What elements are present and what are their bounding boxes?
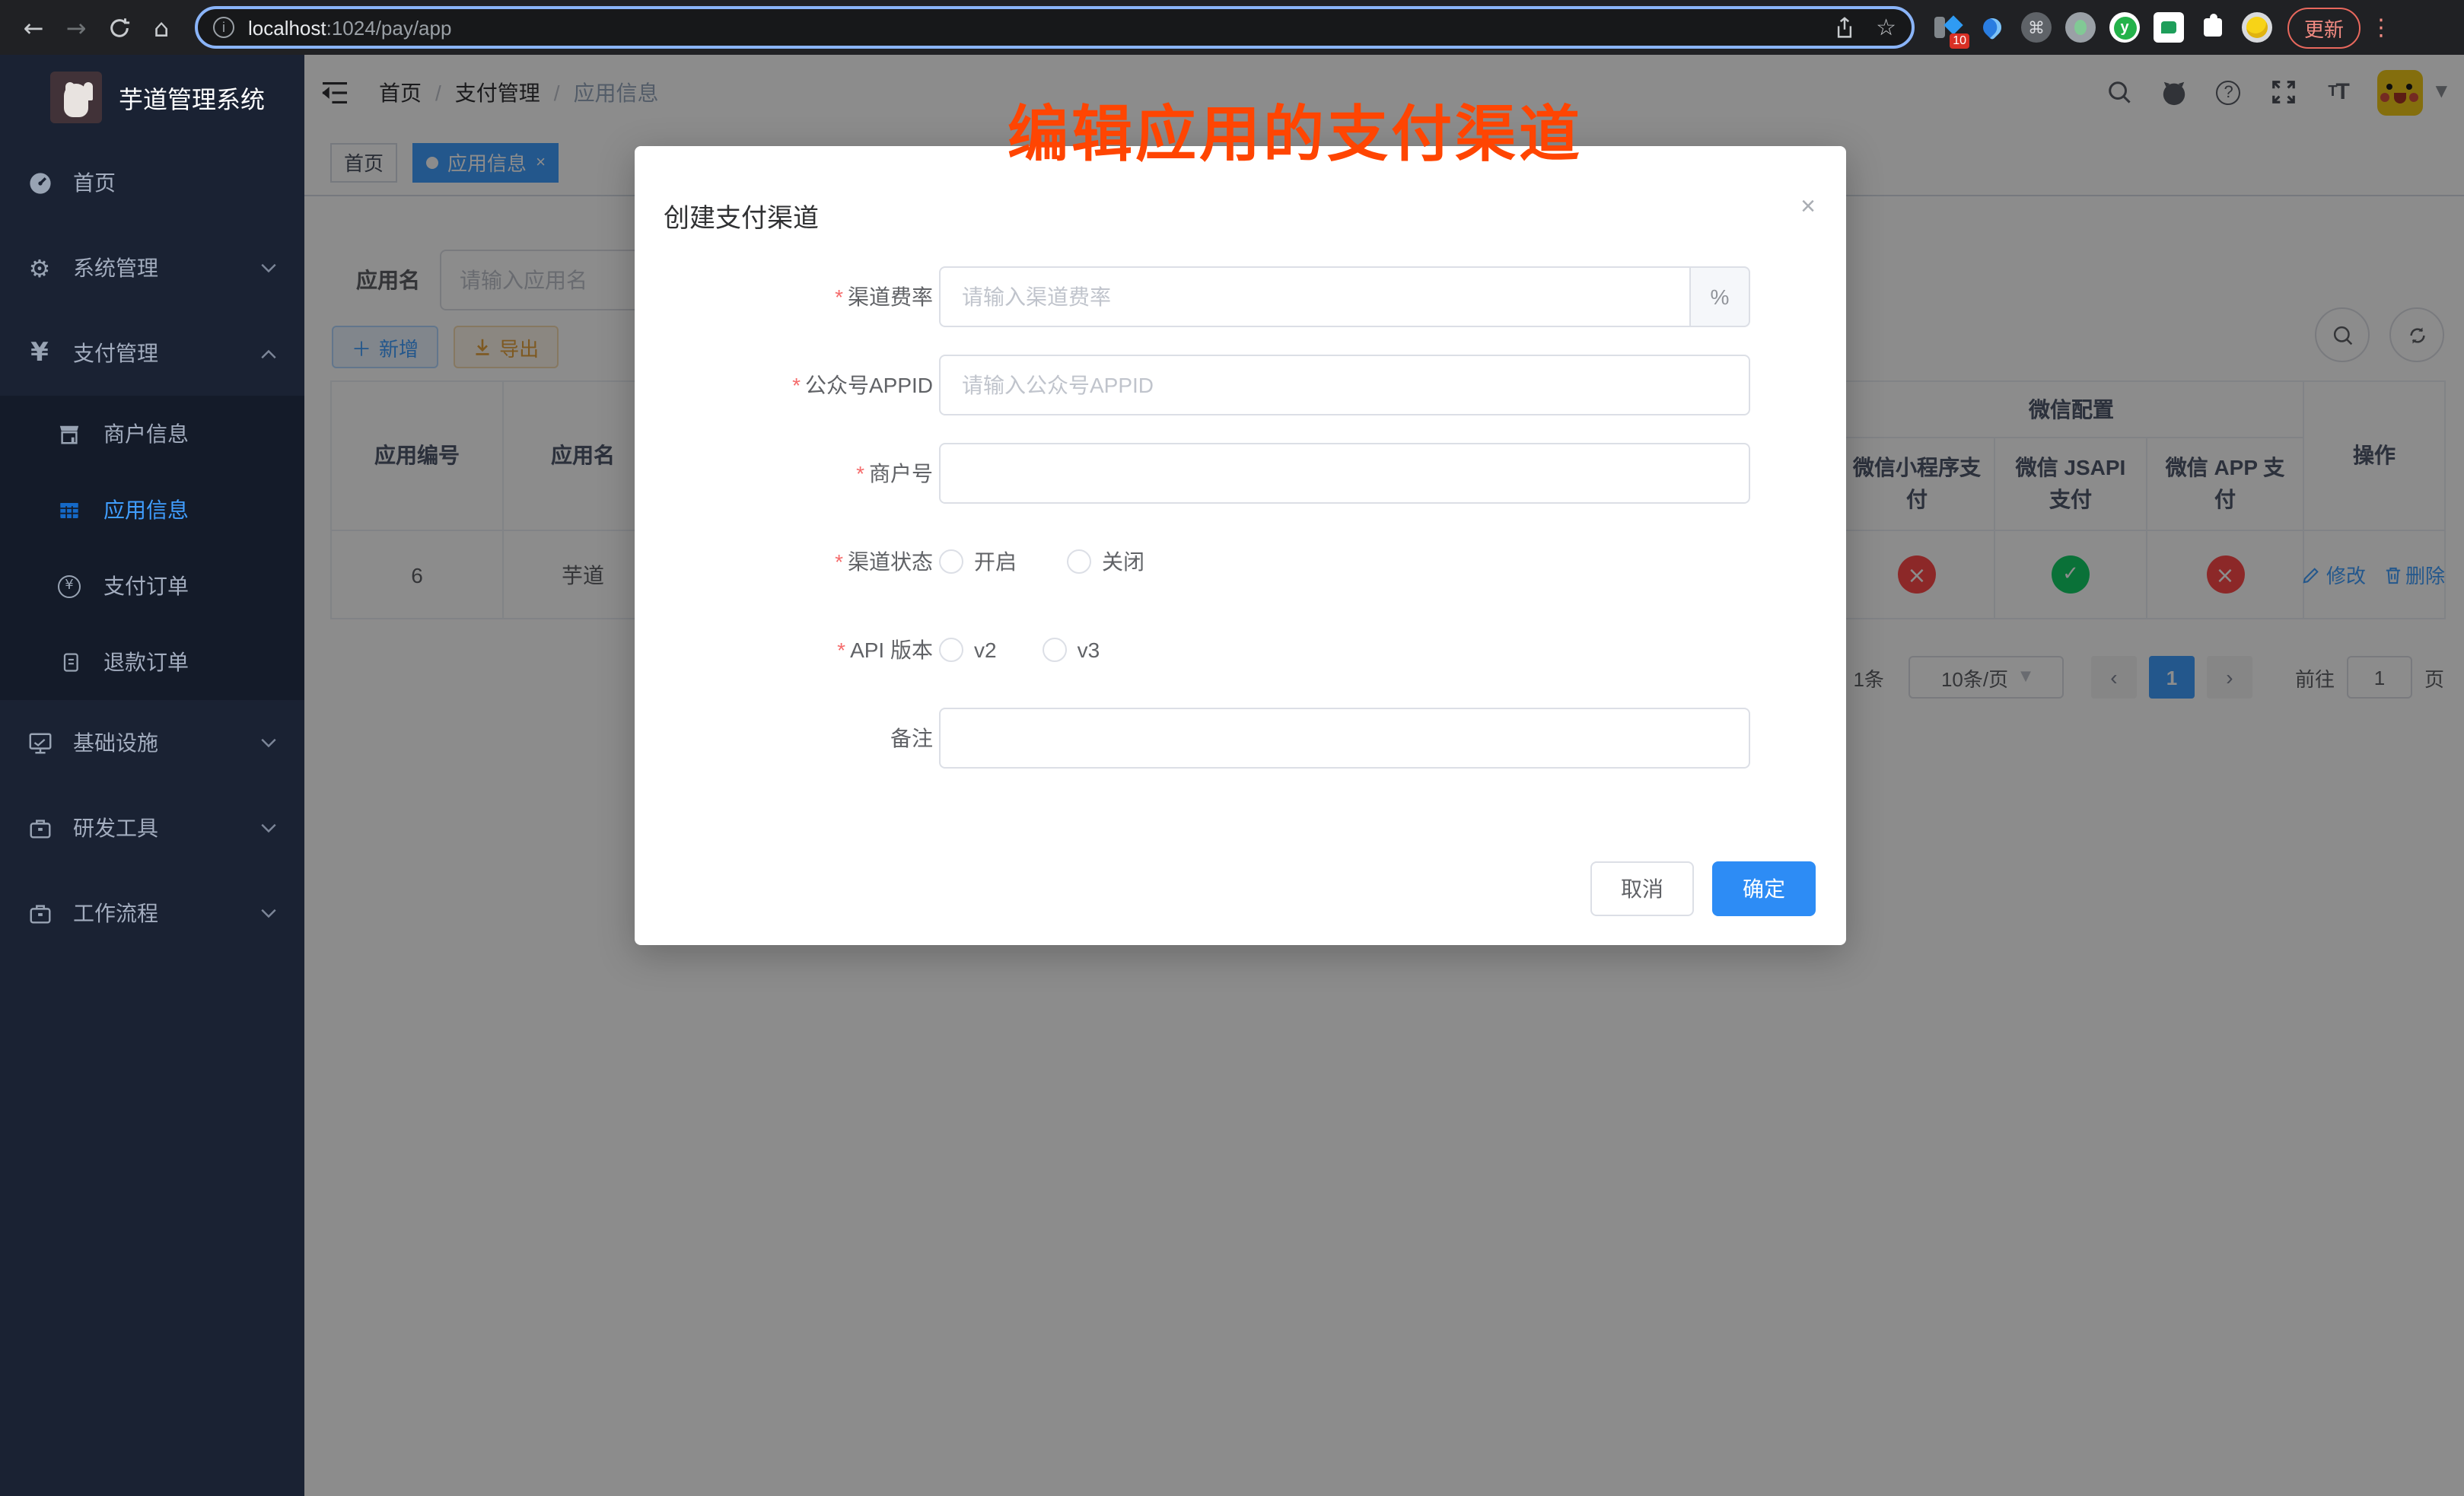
extensions-puzzle-icon[interactable] — [2198, 12, 2228, 43]
required-asterisk: * — [856, 461, 864, 485]
official-account-appid-input[interactable] — [939, 355, 1750, 415]
extension-balloon-icon[interactable] — [1977, 12, 2007, 43]
dialog-title: 创建支付渠道 — [664, 196, 819, 234]
chevron-down-icon — [260, 823, 277, 833]
sidebar-item-label: 工作流程 — [73, 898, 158, 928]
app-title: 芋道管理系统 — [119, 79, 265, 116]
chevron-down-icon — [260, 737, 277, 748]
sidebar-submenu-payment: 商户信息 应用信息 ¥ 支付订单 退款订单 — [0, 396, 304, 700]
gear-icon: ⚙ — [26, 254, 53, 282]
profile-avatar-icon[interactable] — [2242, 12, 2272, 43]
sidebar: 芋道管理系统 首页 ⚙ 系统管理 ¥ 支付管理 — [0, 55, 304, 1496]
remark-input[interactable] — [939, 708, 1750, 769]
dialog-close-icon[interactable]: × — [1800, 193, 1816, 219]
required-asterisk: * — [835, 549, 843, 574]
browser-update-button[interactable]: 更新 — [2287, 7, 2361, 48]
logo-image — [50, 72, 102, 123]
required-asterisk: * — [792, 373, 801, 397]
reload-icon — [107, 16, 130, 39]
document-icon — [58, 651, 81, 673]
sidebar-item-label: 退款订单 — [103, 647, 189, 677]
required-asterisk: * — [837, 638, 845, 662]
channel-rate-input[interactable] — [939, 266, 1689, 327]
sidebar-item-system[interactable]: ⚙ 系统管理 — [0, 225, 304, 310]
chevron-down-icon — [260, 263, 277, 273]
shop-icon — [58, 422, 81, 445]
form-row-merchant: *商户号 — [635, 443, 1846, 504]
browser-menu-icon[interactable]: ⋮ — [2370, 14, 2392, 41]
url-text: localhost:1024/pay/app — [248, 16, 451, 39]
logo: 芋道管理系统 — [0, 55, 304, 140]
extension-diamond-icon[interactable]: 10 — [1933, 12, 1963, 43]
sidebar-item-label: 基础设施 — [73, 727, 158, 758]
screen: ← → ⌂ i localhost:1024/pay/app ☆ 10 ⌘ — [0, 0, 2464, 1496]
sidebar-item-payment[interactable]: ¥ 支付管理 — [0, 310, 304, 396]
sidebar-item-label: 应用信息 — [103, 495, 189, 525]
radio-status-open[interactable]: 开启 — [939, 546, 1017, 577]
sidebar-item-payment-orders[interactable]: ¥ 支付订单 — [0, 548, 304, 624]
browser-toolbar: ← → ⌂ i localhost:1024/pay/app ☆ 10 ⌘ — [0, 0, 2464, 55]
percent-suffix: % — [1689, 266, 1750, 327]
main-area: 首页 / 支付管理 / 应用信息 ? — [304, 55, 2464, 1496]
radio-icon — [939, 549, 963, 574]
extension-command-icon[interactable]: ⌘ — [2021, 12, 2052, 43]
sidebar-item-label: 首页 — [73, 167, 116, 198]
browser-reload-button[interactable] — [97, 6, 140, 49]
yen-circle-icon: ¥ — [58, 575, 81, 597]
browser-forward-button[interactable]: → — [55, 6, 97, 49]
sidebar-item-label: 商户信息 — [103, 419, 189, 449]
sidebar-item-merchant-info[interactable]: 商户信息 — [0, 396, 304, 472]
extension-chat-icon[interactable] — [2154, 12, 2184, 43]
sidebar-item-dev-tools[interactable]: 研发工具 — [0, 785, 304, 871]
sidebar-item-home[interactable]: 首页 — [0, 140, 304, 225]
radio-api-v3[interactable]: v3 — [1043, 638, 1100, 662]
extension-y-icon[interactable] — [2109, 12, 2140, 43]
sidebar-item-label: 研发工具 — [73, 813, 158, 843]
confirm-button[interactable]: 确定 — [1712, 861, 1816, 916]
sidebar-item-app-info[interactable]: 应用信息 — [0, 472, 304, 548]
form-row-api-version: *API 版本 v2 v3 — [635, 619, 1846, 680]
yen-icon: ¥ — [26, 339, 53, 367]
cancel-button[interactable]: 取消 — [1590, 861, 1694, 916]
sidebar-item-refund-orders[interactable]: 退款订单 — [0, 624, 304, 700]
monitor-icon — [26, 729, 53, 756]
chevron-down-icon — [260, 908, 277, 918]
annotation-text: 编辑应用的支付渠道 — [1008, 85, 1583, 173]
form-row-appid: *公众号APPID — [635, 355, 1846, 415]
form-row-remark: 备注 — [635, 708, 1846, 769]
required-asterisk: * — [835, 285, 843, 309]
browser-back-button[interactable]: ← — [12, 6, 55, 49]
sidebar-item-label: 支付管理 — [73, 338, 158, 368]
site-info-icon[interactable]: i — [213, 17, 234, 38]
create-channel-dialog: 创建支付渠道 × *渠道费率 % *公众号APPID *商户号 — [635, 146, 1846, 945]
grid-icon — [58, 498, 81, 521]
extension-dot-icon[interactable] — [2065, 12, 2096, 43]
share-icon[interactable] — [1833, 16, 1854, 39]
radio-api-v2[interactable]: v2 — [939, 638, 997, 662]
form-row-status: *渠道状态 开启 关闭 — [635, 531, 1846, 592]
dialog-footer: 取消 确定 — [1590, 861, 1816, 916]
briefcase-icon — [26, 814, 53, 842]
sidebar-item-workflow[interactable]: 工作流程 — [0, 871, 304, 956]
radio-icon — [1067, 549, 1091, 574]
form-row-rate: *渠道费率 % — [635, 266, 1846, 327]
radio-icon — [939, 638, 963, 662]
sidebar-item-infrastructure[interactable]: 基础设施 — [0, 700, 304, 785]
radio-icon — [1043, 638, 1067, 662]
briefcase-icon — [26, 899, 53, 927]
extensions-row: 10 ⌘ — [1933, 12, 2272, 43]
browser-home-button[interactable]: ⌂ — [140, 6, 183, 49]
bookmark-star-icon[interactable]: ☆ — [1876, 14, 1896, 41]
merchant-number-input[interactable] — [939, 443, 1750, 504]
sidebar-item-label: 系统管理 — [73, 253, 158, 283]
sidebar-item-label: 支付订单 — [103, 571, 189, 601]
dashboard-icon — [26, 169, 53, 196]
chevron-up-icon — [260, 348, 277, 358]
radio-status-closed[interactable]: 关闭 — [1067, 546, 1144, 577]
extension-badge: 10 — [1950, 33, 1969, 49]
address-bar[interactable]: i localhost:1024/pay/app ☆ — [195, 6, 1915, 49]
